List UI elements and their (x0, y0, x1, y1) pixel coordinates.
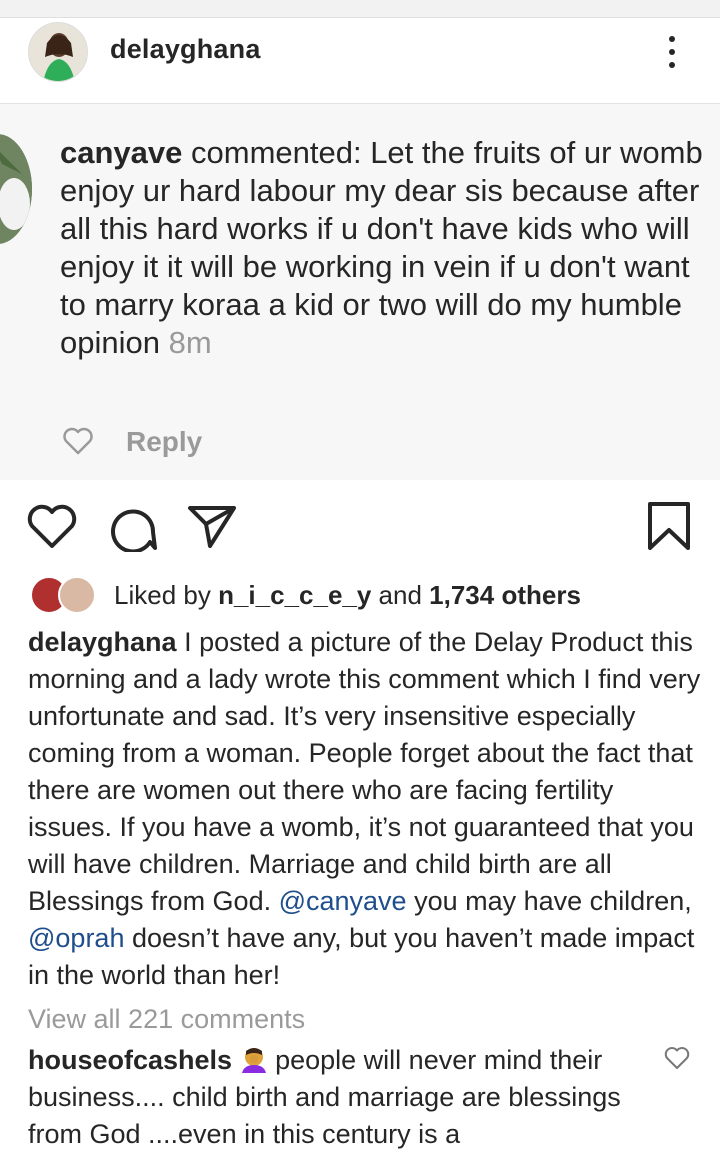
profile-avatar[interactable] (28, 22, 88, 82)
post-actions (0, 480, 720, 572)
heart-icon[interactable] (664, 1046, 690, 1070)
view-all-comments-link[interactable]: View all 221 comments (28, 1004, 305, 1035)
heart-icon[interactable] (26, 502, 78, 550)
comment-item: houseofcashels people will never mind th… (28, 1042, 668, 1153)
status-strip (0, 0, 720, 18)
commenter-avatar (0, 134, 32, 244)
comment-icon[interactable] (106, 502, 158, 552)
bookmark-icon[interactable] (644, 500, 694, 552)
likes-text: Liked by n_i_c_c_e_y and 1,734 others (114, 580, 581, 611)
comment-username[interactable]: houseofcashels (28, 1045, 232, 1075)
embedded-comment-image: canyave commented: Let the fruits of ur … (0, 104, 720, 480)
likes-summary[interactable]: Liked by n_i_c_c_e_y and 1,734 others (0, 572, 720, 622)
send-icon[interactable] (186, 502, 238, 550)
embedded-reply-label: Reply (126, 426, 203, 457)
caption-text-2: you may have children, (406, 886, 692, 916)
likes-user[interactable]: n_i_c_c_e_y (218, 580, 371, 610)
heart-icon (63, 427, 93, 455)
mention-link[interactable]: @oprah (28, 923, 124, 953)
likes-middle: and (371, 580, 430, 610)
embedded-comment-time: 8m (168, 325, 212, 360)
facepalm-emoji (240, 1045, 268, 1073)
more-vertical-icon[interactable] (660, 32, 684, 72)
likes-prefix: Liked by (114, 580, 219, 610)
caption-username[interactable]: delayghana (28, 627, 177, 657)
post-caption: delayghana I posted a picture of the Del… (28, 624, 704, 994)
post-header: delayghana (0, 18, 720, 104)
caption-text-3: doesn’t have any, but you haven’t made i… (28, 923, 695, 990)
liker-avatars (30, 576, 102, 614)
mention-link[interactable]: @canyave (279, 886, 407, 916)
embedded-comment-username: canyave (60, 135, 183, 170)
embedded-comment-text: canyave commented: Let the fruits of ur … (60, 134, 710, 362)
caption-text-1: I posted a picture of the Delay Product … (28, 627, 701, 916)
post-username[interactable]: delayghana (110, 34, 261, 65)
likes-others[interactable]: 1,734 others (429, 580, 581, 610)
avatar (58, 576, 96, 614)
